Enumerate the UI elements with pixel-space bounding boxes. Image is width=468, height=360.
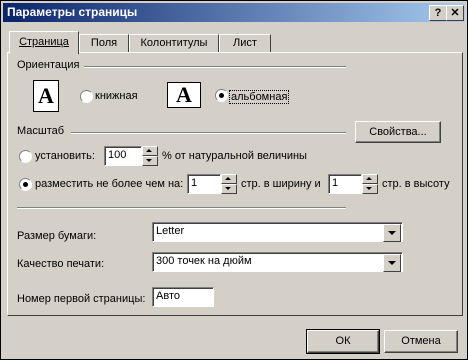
scale-group-label: Масштаб [17,125,65,137]
title-bar: Параметры страницы ? ✕ [3,3,465,22]
paper-size-value: Letter [156,225,185,237]
fit-width-value: 1 [191,177,198,189]
tab-margins[interactable]: Поля [79,34,129,53]
first-page-input[interactable]: Авто [152,287,214,307]
landscape-label[interactable]: альбомная [229,90,290,104]
scale-percent-input[interactable]: 100 [104,146,142,166]
first-page-label: Номер первой страницы: [17,293,146,305]
chevron-down-icon[interactable] [383,224,401,242]
spin-down-icon[interactable] [221,184,237,194]
scale-percent-spinner[interactable] [142,146,158,166]
fit-height-input[interactable]: 1 [328,174,362,194]
cancel-button[interactable]: Отмена [384,330,458,353]
properties-button[interactable]: Свойства... [355,121,441,143]
scale-divider [71,132,346,134]
ok-button[interactable]: ОК [306,329,380,354]
tab-headers-footers-label: Колонтитулы [140,37,208,49]
fit-height-value: 1 [332,177,339,189]
orientation-group-label: Ориентация [17,59,80,71]
scale-fit-label[interactable]: разместить не более чем на: [35,178,183,190]
scale-fit-radio[interactable] [19,178,32,191]
spin-down-icon[interactable] [142,156,158,166]
tab-headers-footers[interactable]: Колонтитулы [129,34,219,53]
orientation-divider [84,66,346,68]
scale-percent-suffix: % от натуральной величины [162,150,307,162]
spin-up-icon[interactable] [142,146,158,156]
help-button[interactable]: ? [429,5,447,21]
print-quality-value: 300 точек на дюйм [156,255,252,267]
scale-set-label[interactable]: установить: [35,150,95,162]
tab-sheet-label: Лист [233,37,257,49]
page-setup-dialog: Параметры страницы ? ✕ Страница Поля Кол… [0,0,468,360]
chevron-down-icon[interactable] [383,254,401,272]
window-title: Параметры страницы [7,5,138,19]
fit-width-spinner[interactable] [221,174,237,194]
scale-fit-radio-dot [23,182,28,187]
paper-size-label: Размер бумаги: [17,230,97,242]
tab-page-label: Страница [19,36,69,48]
close-button[interactable]: ✕ [446,5,464,21]
landscape-radio[interactable] [215,89,228,102]
fit-height-spinner[interactable] [362,174,378,194]
tab-page[interactable]: Страница [9,31,79,54]
print-quality-label: Качество печати: [17,258,105,270]
fit-width-input[interactable]: 1 [187,174,221,194]
scale-set-radio[interactable] [19,150,32,163]
spin-down-icon[interactable] [362,184,378,194]
tab-sheet[interactable]: Лист [219,34,271,53]
first-page-value: Авто [156,290,180,302]
portrait-radio[interactable] [80,90,93,103]
portrait-label[interactable]: книжная [95,90,138,102]
tab-margins-label: Поля [90,37,118,49]
fit-height-suffix: стр. в высоту [382,178,450,190]
landscape-page-icon: A [167,82,201,108]
portrait-page-icon: A [33,80,59,112]
spin-up-icon[interactable] [362,174,378,184]
tab-panel: Ориентация A книжная A альбомная Масштаб… [7,52,463,316]
scale-percent-value: 100 [108,149,127,161]
spin-up-icon[interactable] [221,174,237,184]
landscape-radio-dot [219,93,224,98]
scale-bottom-divider [17,207,346,209]
fit-width-suffix: стр. в ширину и [241,178,321,190]
paper-size-select[interactable]: Letter [152,222,403,242]
print-quality-select[interactable]: 300 точек на дюйм [152,252,403,272]
